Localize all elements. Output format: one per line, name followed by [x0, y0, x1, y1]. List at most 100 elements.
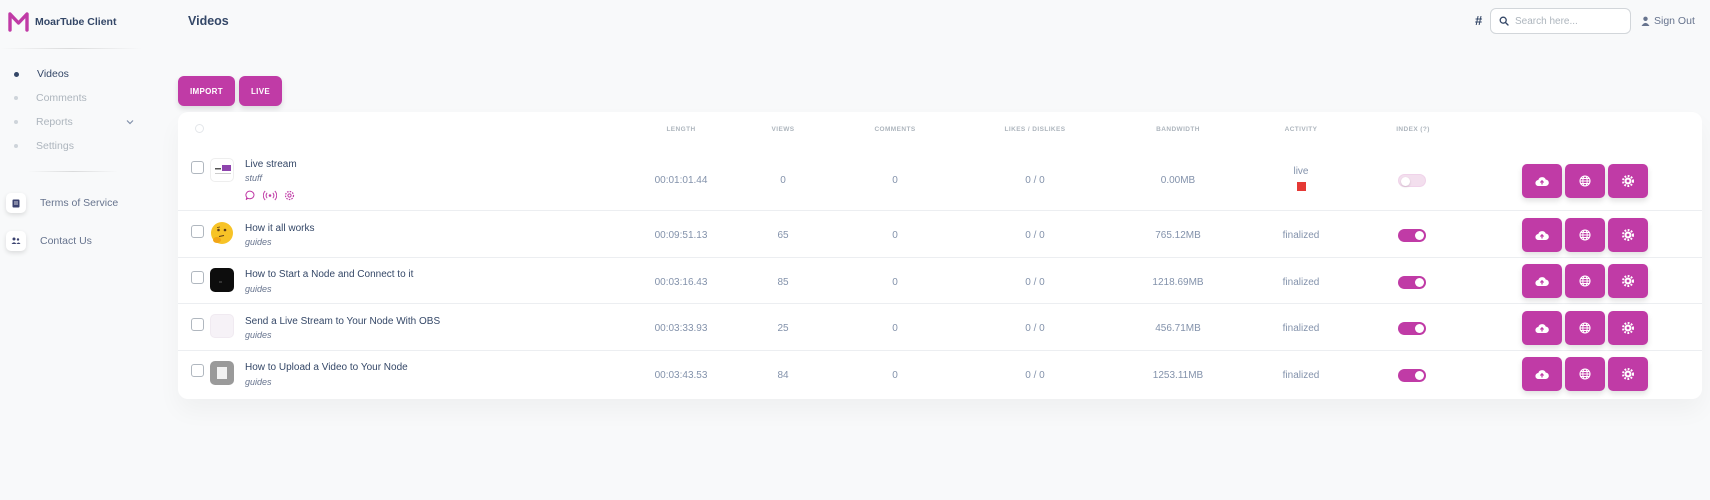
publish-globe-button[interactable] — [1565, 357, 1605, 391]
sidebar-divider — [0, 48, 142, 49]
live-stop-indicator[interactable] — [1297, 182, 1306, 191]
video-likes-dislikes: 0 / 0 — [1025, 370, 1045, 381]
sidebar-item-comments[interactable]: Comments — [14, 92, 87, 104]
broadcast-icon[interactable] — [263, 190, 277, 201]
column-header-bandwidth[interactable]: BANDWIDTH — [1156, 126, 1200, 133]
video-likes-dislikes: 0 / 0 — [1025, 230, 1045, 241]
upload-button[interactable] — [1522, 264, 1562, 298]
video-length: 00:01:01.44 — [654, 175, 708, 186]
video-settings-button[interactable] — [1608, 357, 1648, 391]
row-checkbox[interactable] — [191, 364, 204, 377]
sign-out-button[interactable]: Sign Out — [1641, 15, 1695, 27]
publish-globe-button[interactable] — [1565, 218, 1605, 252]
index-toggle[interactable] — [1398, 322, 1426, 335]
video-title[interactable]: How to Start a Node and Connect to it — [245, 269, 413, 280]
gear-icon — [1622, 368, 1634, 380]
import-button[interactable]: IMPORT — [178, 76, 235, 106]
index-toggle[interactable] — [1398, 229, 1426, 242]
video-settings-button[interactable] — [1608, 164, 1648, 198]
sidebar-item-label: Comments — [36, 92, 87, 104]
video-activity: finalized — [1282, 230, 1320, 241]
cloud-upload-icon — [1535, 323, 1549, 333]
video-length: 00:09:51.13 — [654, 230, 708, 241]
column-header-activity[interactable]: ACTIVITY — [1285, 126, 1318, 133]
video-thumbnail[interactable] — [210, 268, 234, 292]
upload-button[interactable] — [1522, 218, 1562, 252]
video-title[interactable]: Live stream — [245, 159, 297, 170]
page-title: Videos — [188, 14, 229, 28]
video-settings-button[interactable] — [1608, 311, 1648, 345]
brand[interactable]: MoarTube Client — [8, 10, 116, 33]
search-input[interactable] — [1515, 15, 1625, 27]
video-thumbnail[interactable] — [210, 221, 234, 245]
select-all-checkbox[interactable] — [195, 124, 204, 133]
video-bandwidth: 1253.11MB — [1152, 370, 1204, 381]
row-checkbox[interactable] — [191, 318, 204, 331]
column-header-index[interactable]: INDEX (?) — [1396, 126, 1430, 133]
sidebar-item-reports[interactable]: Reports — [14, 116, 73, 128]
sidebar-item-settings[interactable]: Settings — [14, 140, 74, 152]
upload-button[interactable] — [1522, 311, 1562, 345]
cloud-upload-icon — [1535, 369, 1549, 379]
video-category: stuff — [245, 173, 263, 183]
video-likes-dislikes: 0 / 0 — [1025, 277, 1045, 288]
video-likes-dislikes: 0 / 0 — [1025, 323, 1045, 334]
video-views: 65 — [777, 230, 789, 241]
sidebar-link-terms[interactable]: Terms of Service — [6, 193, 118, 213]
column-header-comments[interactable]: COMMENTS — [874, 126, 915, 133]
search-box[interactable] — [1490, 8, 1631, 34]
publish-globe-button[interactable] — [1565, 311, 1605, 345]
video-settings-button[interactable] — [1608, 218, 1648, 252]
sign-out-label: Sign Out — [1654, 15, 1695, 27]
settings-gear-icon[interactable] — [284, 190, 295, 201]
video-thumbnail[interactable] — [210, 314, 234, 338]
chat-icon[interactable] — [245, 190, 256, 201]
video-category: guides — [245, 330, 272, 340]
video-bandwidth: 1218.69MB — [1152, 277, 1204, 288]
gear-icon — [1622, 175, 1634, 187]
row-checkbox[interactable] — [191, 225, 204, 238]
chevron-down-icon[interactable] — [126, 118, 134, 126]
video-title[interactable]: How to Upload a Video to Your Node — [245, 362, 408, 373]
upload-button[interactable] — [1522, 357, 1562, 391]
video-comments: 0 — [892, 323, 898, 334]
row-checkbox[interactable] — [191, 161, 204, 174]
sidebar-link-contact[interactable]: Contact Us — [6, 231, 92, 251]
video-comments: 0 — [892, 370, 898, 381]
sidebar-item-videos[interactable]: Videos — [14, 68, 69, 80]
column-header-likes-dislikes[interactable]: LIKES / DISLIKES — [1005, 126, 1066, 133]
row-checkbox[interactable] — [191, 271, 204, 284]
video-bandwidth: 0.00MB — [1160, 175, 1196, 186]
video-bandwidth: 456.71MB — [1155, 323, 1201, 334]
globe-icon — [1579, 322, 1591, 334]
video-title[interactable]: Send a Live Stream to Your Node With OBS — [245, 316, 440, 327]
upload-button[interactable] — [1522, 164, 1562, 198]
document-icon — [6, 193, 26, 213]
video-bandwidth: 765.12MB — [1155, 230, 1201, 241]
video-length: 00:03:43.53 — [654, 370, 708, 381]
index-toggle[interactable] — [1398, 276, 1426, 289]
cloud-upload-icon — [1535, 230, 1549, 240]
video-thumbnail[interactable] — [210, 158, 234, 182]
video-length: 00:03:33.93 — [654, 323, 708, 334]
hash-icon[interactable]: # — [1475, 13, 1482, 28]
video-views: 0 — [780, 175, 786, 186]
column-header-views[interactable]: VIEWS — [772, 126, 795, 133]
video-category: guides — [245, 237, 272, 247]
index-toggle[interactable] — [1398, 369, 1426, 382]
publish-globe-button[interactable] — [1565, 164, 1605, 198]
users-icon — [6, 231, 26, 251]
globe-icon — [1579, 368, 1591, 380]
index-toggle[interactable] — [1398, 174, 1426, 187]
live-button[interactable]: LIVE — [239, 76, 282, 106]
video-views: 85 — [777, 277, 789, 288]
user-icon — [1641, 16, 1650, 26]
row-divider — [178, 210, 1702, 211]
video-comments: 0 — [892, 230, 898, 241]
video-title[interactable]: How it all works — [245, 223, 314, 234]
publish-globe-button[interactable] — [1565, 264, 1605, 298]
column-header-length[interactable]: LENGTH — [666, 126, 695, 133]
video-activity: finalized — [1282, 277, 1320, 288]
video-settings-button[interactable] — [1608, 264, 1648, 298]
video-thumbnail[interactable] — [210, 361, 234, 385]
